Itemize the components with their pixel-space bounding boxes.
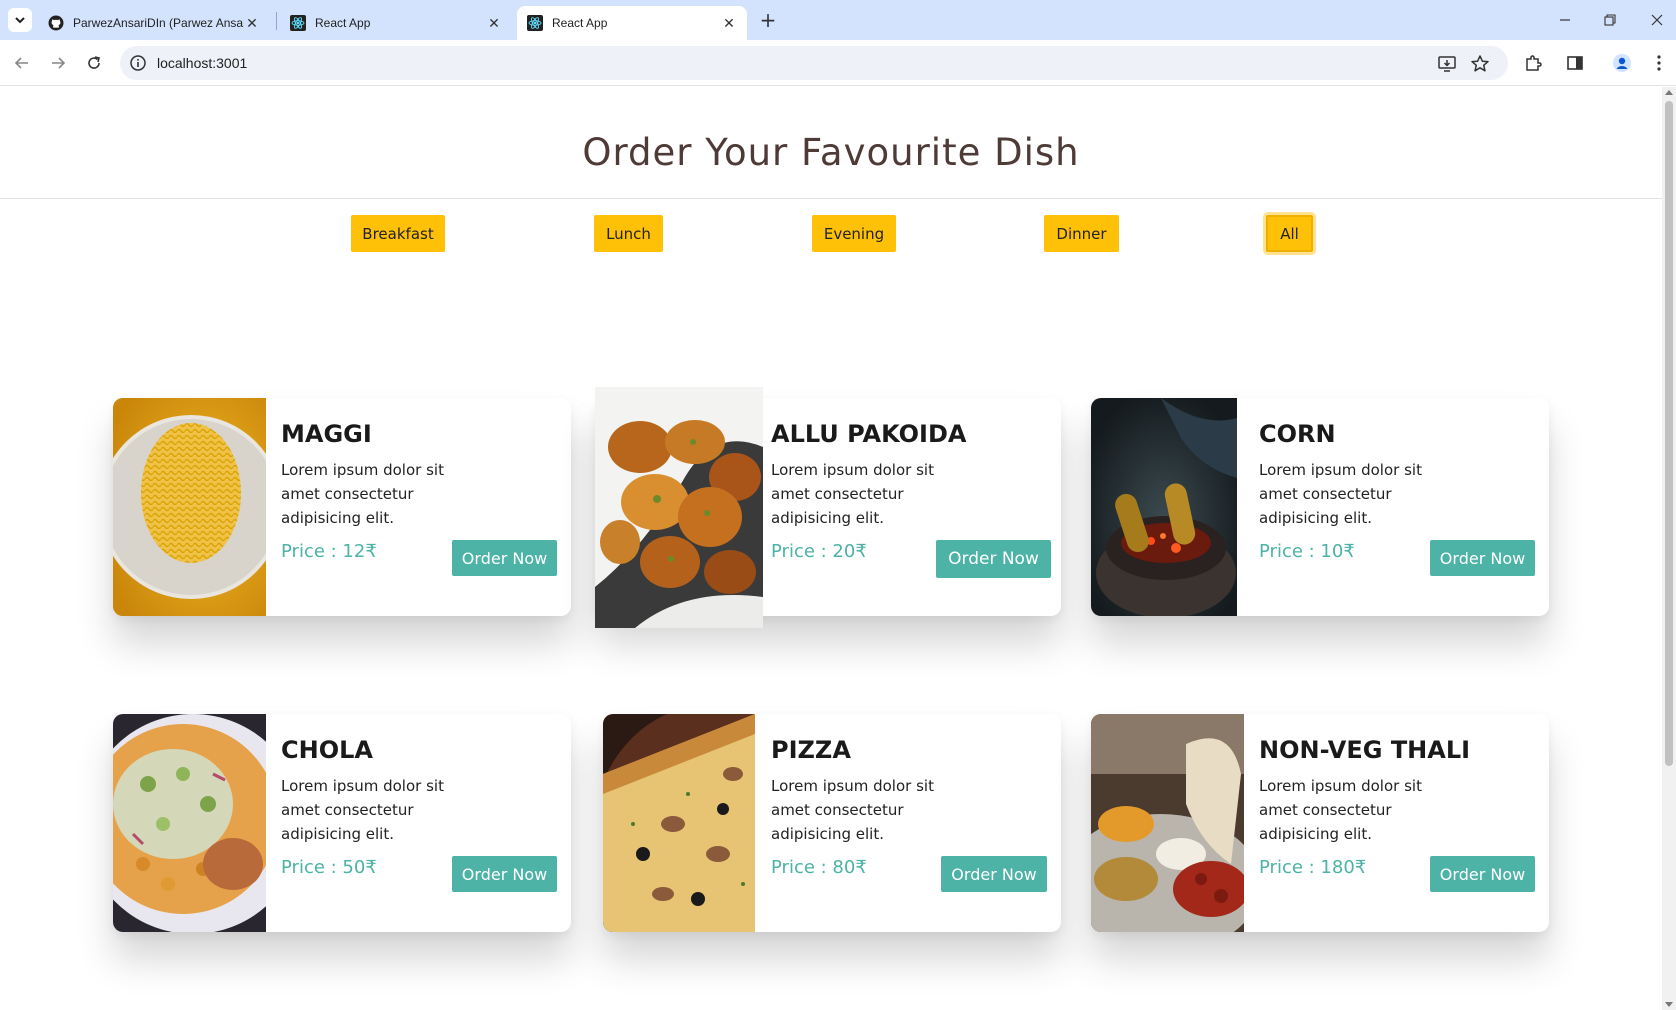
avatar-icon: [1613, 54, 1631, 72]
dish-card-allu-pakoida: ALLU PAKOIDA Lorem ipsum dolor sit amet …: [595, 387, 1061, 628]
vertical-scrollbar[interactable]: [1662, 87, 1676, 1010]
profile-button[interactable]: [1611, 52, 1633, 74]
dish-card-pizza: PIZZA Lorem ipsum dolor sit amet consect…: [603, 714, 1061, 932]
dish-description: Lorem ipsum dolor sit amet consectetur a…: [771, 461, 934, 527]
restore-button[interactable]: [1598, 8, 1622, 32]
reload-button[interactable]: [82, 51, 106, 75]
dish-price: Price : 180₹: [1259, 857, 1367, 878]
dish-price: Price : 20₹: [771, 541, 867, 562]
close-icon[interactable]: ✕: [721, 15, 737, 31]
dish-price: Price : 12₹: [281, 541, 377, 562]
tab-divider: [276, 12, 277, 30]
url-text: localhost:3001: [157, 55, 248, 71]
order-now-button[interactable]: Order Now: [941, 856, 1047, 892]
reload-icon: [88, 56, 100, 69]
order-now-button[interactable]: Order Now: [1430, 856, 1535, 892]
side-panel-button[interactable]: [1564, 52, 1586, 74]
scroll-up-icon[interactable]: [1665, 90, 1673, 95]
page-title: Order Your Favourite Dish: [582, 131, 1080, 174]
browser-toolbar: localhost:3001: [0, 40, 1676, 86]
back-button[interactable]: [10, 51, 34, 75]
dish-image-pizza: [603, 714, 755, 932]
react-icon: [290, 15, 306, 31]
chevron-down-icon: [15, 17, 25, 24]
order-now-button[interactable]: Order Now: [936, 540, 1051, 578]
dish-name: PIZZA: [771, 736, 851, 764]
tab-title: React App: [315, 16, 371, 30]
dish-card-corn: CORN Lorem ipsum dolor sit amet consecte…: [1091, 398, 1549, 616]
dish-description: Lorem ipsum dolor sit amet consectetur a…: [281, 777, 444, 843]
order-now-button[interactable]: Order Now: [452, 540, 557, 576]
dish-image-non-veg-thali: [1091, 714, 1244, 932]
close-icon: [1651, 14, 1663, 26]
dish-card-maggi: MAGGI Lorem ipsum dolor sit amet consect…: [113, 398, 571, 616]
dish-card-chola: CHOLA Lorem ipsum dolor sit amet consect…: [113, 714, 571, 932]
tab-title: React App: [552, 16, 608, 30]
filter-all-button[interactable]: All: [1266, 215, 1313, 252]
tab-title: ParwezAnsariDIn (Parwez Ansari): [73, 16, 244, 30]
filter-dinner-button[interactable]: Dinner: [1044, 215, 1119, 252]
browser-tab-github[interactable]: ParwezAnsariDIn (Parwez Ansari) ✕: [38, 6, 270, 40]
dish-description: Lorem ipsum dolor sit amet consectetur a…: [1259, 777, 1422, 843]
browser-tab-react-active[interactable]: React App ✕: [517, 6, 747, 40]
minimize-icon: [1560, 19, 1570, 21]
dish-name: ALLU PAKOIDA: [771, 420, 967, 448]
dish-name: CHOLA: [281, 736, 373, 764]
dish-name: CORN: [1259, 420, 1336, 448]
browser-tab-react-1[interactable]: React App ✕: [280, 6, 512, 40]
side-panel-icon: [1567, 56, 1583, 70]
address-bar[interactable]: localhost:3001: [120, 46, 1508, 80]
dish-card-non-veg-thali: NON-VEG THALI Lorem ipsum dolor sit amet…: [1091, 714, 1549, 932]
browser-tab-strip: ParwezAnsariDIn (Parwez Ansari) ✕ React …: [0, 0, 1676, 40]
dish-image-chola: [113, 714, 266, 932]
arrow-left-icon: [14, 57, 28, 69]
window-close-button[interactable]: [1645, 8, 1669, 32]
dish-price: Price : 50₹: [281, 857, 377, 878]
restore-icon: [1604, 14, 1616, 26]
minimize-button[interactable]: [1553, 8, 1577, 32]
dish-name: NON-VEG THALI: [1259, 736, 1471, 764]
dish-description: Lorem ipsum dolor sit amet consectetur a…: [771, 777, 934, 843]
dish-price: Price : 10₹: [1259, 541, 1355, 562]
new-tab-button[interactable]: +: [757, 8, 779, 32]
dish-image-corn: [1091, 398, 1237, 616]
dish-description: Lorem ipsum dolor sit amet consectetur a…: [281, 461, 444, 527]
filter-breakfast-button[interactable]: Breakfast: [351, 215, 445, 252]
dish-price: Price : 80₹: [771, 857, 867, 878]
dish-description: Lorem ipsum dolor sit amet consectetur a…: [1259, 461, 1422, 527]
extensions-button[interactable]: [1522, 52, 1544, 74]
tab-search-button[interactable]: [8, 8, 32, 32]
react-icon: [527, 15, 543, 31]
info-icon[interactable]: [129, 54, 147, 72]
scroll-down-icon[interactable]: [1665, 1002, 1673, 1007]
dish-image-maggi: [113, 398, 266, 616]
dish-image-allu-pakoida: [595, 387, 763, 628]
divider: [0, 198, 1662, 199]
scrollbar-thumb[interactable]: [1665, 101, 1673, 766]
close-icon[interactable]: ✕: [486, 15, 502, 31]
page-viewport: Order Your Favourite Dish Breakfast Lunc…: [0, 87, 1662, 1010]
dish-name: MAGGI: [281, 420, 372, 448]
bookmark-star-icon[interactable]: [1470, 54, 1490, 74]
close-icon[interactable]: ✕: [244, 15, 260, 31]
filter-evening-button[interactable]: Evening: [812, 215, 896, 252]
github-icon: [48, 15, 64, 31]
menu-button[interactable]: [1648, 52, 1670, 74]
order-now-button[interactable]: Order Now: [452, 856, 557, 892]
puzzle-icon: [1526, 55, 1542, 71]
filter-lunch-button[interactable]: Lunch: [594, 215, 663, 252]
forward-button[interactable]: [46, 51, 70, 75]
kebab-menu-icon: [1657, 55, 1661, 71]
install-app-icon[interactable]: [1437, 54, 1457, 74]
order-now-button[interactable]: Order Now: [1430, 540, 1535, 576]
arrow-right-icon: [52, 57, 66, 69]
